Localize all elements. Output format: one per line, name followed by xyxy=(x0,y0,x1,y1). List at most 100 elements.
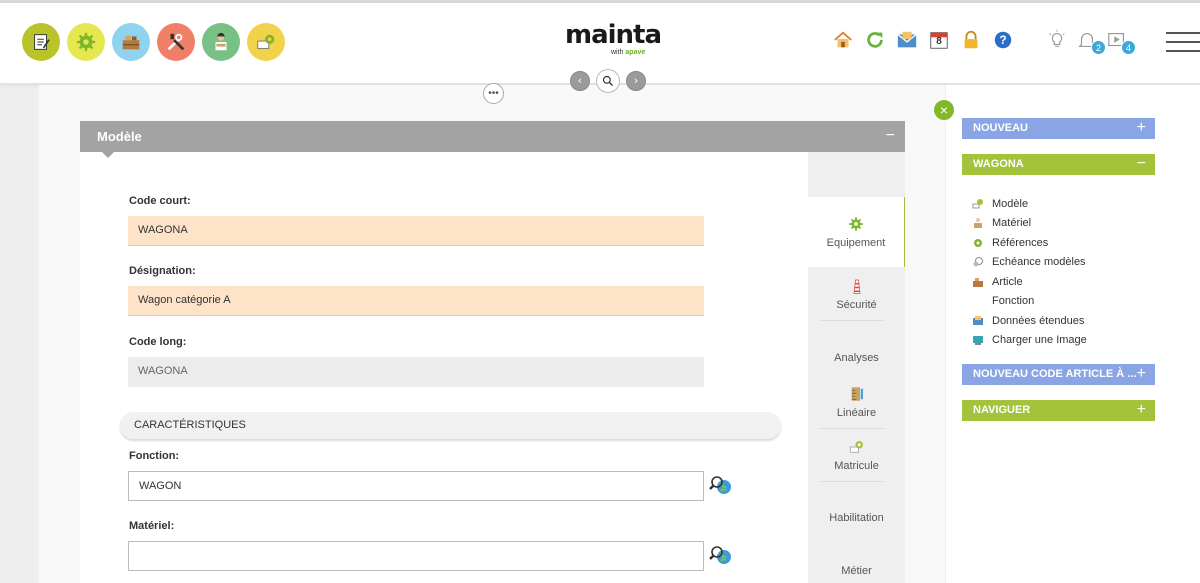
close-sidebar-button[interactable]: × xyxy=(933,99,955,121)
fonction-label: Fonction: xyxy=(129,450,180,462)
model-icon xyxy=(972,198,983,209)
sidebar-item-references[interactable]: Références xyxy=(972,233,1087,253)
gear-icon xyxy=(849,217,863,231)
sidebar-item-fonction[interactable]: Fonction xyxy=(972,292,1087,312)
caracteristiques-section-header[interactable]: CARACTÉRISTIQUES xyxy=(120,412,781,439)
record-navigation: ‹ › xyxy=(570,69,646,93)
notes-app-icon[interactable] xyxy=(22,23,60,61)
expand-plus-icon: + xyxy=(1136,401,1146,418)
technician-app-icon[interactable] xyxy=(202,23,240,61)
tab-analyses-label: Analyses xyxy=(834,352,879,364)
svg-text:?: ? xyxy=(999,33,1006,47)
bell-icon[interactable]: 2 xyxy=(1076,29,1106,55)
menu-hamburger-icon[interactable] xyxy=(1166,32,1200,52)
sidebar-item-charger-image[interactable]: Charger une Image xyxy=(972,331,1087,351)
logo-sub-brand: apave xyxy=(625,49,646,56)
code-court-input[interactable]: WAGONA xyxy=(128,216,704,246)
nouveau-code-article-label: NOUVEAU CODE ARTICLE À ... xyxy=(973,368,1137,380)
app-launcher xyxy=(22,23,285,61)
tab-lineaire-label: Linéaire xyxy=(836,407,877,419)
sidebar-item-materiel[interactable]: Matériel xyxy=(972,214,1087,234)
wagona-menu: Modèle Matériel Références Echéance modè… xyxy=(972,194,1087,350)
expand-plus-icon: + xyxy=(1136,365,1146,382)
sidebar-item-label: Charger une Image xyxy=(992,334,1087,347)
calendar-day: 8 xyxy=(936,36,942,47)
tab-habilitation-label: Habilitation xyxy=(829,512,884,524)
materiel-input[interactable] xyxy=(128,541,704,571)
search-record-button[interactable] xyxy=(596,69,620,93)
model-header: Modèle − xyxy=(80,121,905,158)
gear-app-icon[interactable] xyxy=(67,23,105,61)
expand-plus-icon: + xyxy=(1136,119,1146,136)
hamburger-line xyxy=(1166,41,1200,43)
warehouse-app-icon[interactable] xyxy=(112,23,150,61)
home-icon[interactable] xyxy=(832,29,854,51)
settings-app-icon[interactable] xyxy=(247,23,285,61)
wagona-label: WAGONA xyxy=(973,158,1024,170)
materiel-icon xyxy=(974,218,982,229)
tab-equipement[interactable]: Equipement xyxy=(808,197,905,267)
tab-analyses[interactable]: Analyses xyxy=(808,352,905,372)
lock-icon[interactable] xyxy=(960,29,982,51)
nouveau-bar[interactable]: NOUVEAU + xyxy=(962,118,1155,139)
mainta-logo[interactable]: mainta with apave xyxy=(565,22,665,62)
tab-matricule[interactable]: Matricule xyxy=(808,438,905,478)
tab-metier-label: Métier xyxy=(841,565,872,577)
next-record-button[interactable]: › xyxy=(626,71,646,91)
top-border xyxy=(0,0,1200,3)
tab-separator xyxy=(820,320,884,321)
code-court-label: Code court: xyxy=(129,195,191,207)
sidebar-item-echeance-modeles[interactable]: Echéance modèles xyxy=(972,253,1087,273)
sidebar-item-label: Fonction xyxy=(992,295,1035,308)
nouveau-label: NOUVEAU xyxy=(973,122,1029,134)
naviguer-bar[interactable]: NAVIGUER + xyxy=(962,400,1155,421)
gear-icon xyxy=(974,238,982,247)
model-card: Modèle − Code court: WAGONA Désignation:… xyxy=(80,121,905,583)
videos-badge: 4 xyxy=(1121,40,1136,55)
code-long-input: WAGONA xyxy=(128,357,704,387)
previous-record-button[interactable]: ‹ xyxy=(570,71,590,91)
fonction-lookup-icon[interactable] xyxy=(709,474,733,498)
hamburger-line xyxy=(1166,32,1200,34)
more-options-button[interactable]: ••• xyxy=(483,83,504,104)
sidebar-item-modele[interactable]: Modèle xyxy=(972,194,1087,214)
tab-separator xyxy=(820,481,884,482)
lightbulb-icon[interactable] xyxy=(1046,29,1068,51)
toolbar: 8 ? xyxy=(832,29,1014,51)
sidebar-item-label: Article xyxy=(992,275,1023,288)
ruler-icon xyxy=(851,387,863,401)
tab-habilitation[interactable]: Habilitation xyxy=(808,512,905,532)
notifications-badge: 2 xyxy=(1091,40,1106,55)
boxes-icon xyxy=(973,277,983,287)
tab-separator xyxy=(820,428,884,429)
wagona-bar[interactable]: WAGONA − xyxy=(962,154,1155,175)
collapse-minus-icon: − xyxy=(1136,155,1146,172)
designation-input[interactable]: Wagon catégorie A xyxy=(128,286,704,316)
tab-lineaire[interactable]: Linéaire xyxy=(808,385,905,425)
tab-equipement-label: Equipement xyxy=(826,237,886,249)
mail-icon[interactable] xyxy=(896,29,918,51)
sidebar-item-label: Références xyxy=(992,236,1049,249)
collapse-model-button[interactable]: − xyxy=(886,127,895,145)
sidebar-item-donnees-etendues[interactable]: Données étendues xyxy=(972,311,1087,331)
tab-metier[interactable]: Métier xyxy=(808,565,905,583)
nouveau-code-article-bar[interactable]: NOUVEAU CODE ARTICLE À ... + xyxy=(962,364,1155,385)
materiel-lookup-icon[interactable] xyxy=(709,544,733,568)
code-long-label: Code long: xyxy=(129,336,187,348)
refresh-icon[interactable] xyxy=(864,29,886,51)
logo-subtitle: with apave xyxy=(611,49,645,56)
fonction-input[interactable]: WAGON xyxy=(128,471,704,501)
sidebar-item-article[interactable]: Article xyxy=(972,272,1087,292)
help-icon[interactable]: ? xyxy=(992,29,1014,51)
model-title: Modèle xyxy=(97,129,142,144)
tools-app-icon[interactable] xyxy=(157,23,195,61)
calendar-icon[interactable]: 8 xyxy=(928,29,950,51)
logo-sub-prefix: with xyxy=(611,49,624,56)
sidebar-item-label: Matériel xyxy=(992,217,1032,230)
materiel-label: Matériel: xyxy=(129,520,175,532)
right-sidebar: NOUVEAU + WAGONA − Modèle Matériel Référ… xyxy=(946,85,1200,583)
video-icon[interactable]: 4 xyxy=(1106,29,1136,55)
naviguer-label: NAVIGUER xyxy=(973,404,1031,416)
tab-securite[interactable]: Sécurité xyxy=(808,277,905,317)
notification-area: 2 4 xyxy=(1046,29,1136,55)
